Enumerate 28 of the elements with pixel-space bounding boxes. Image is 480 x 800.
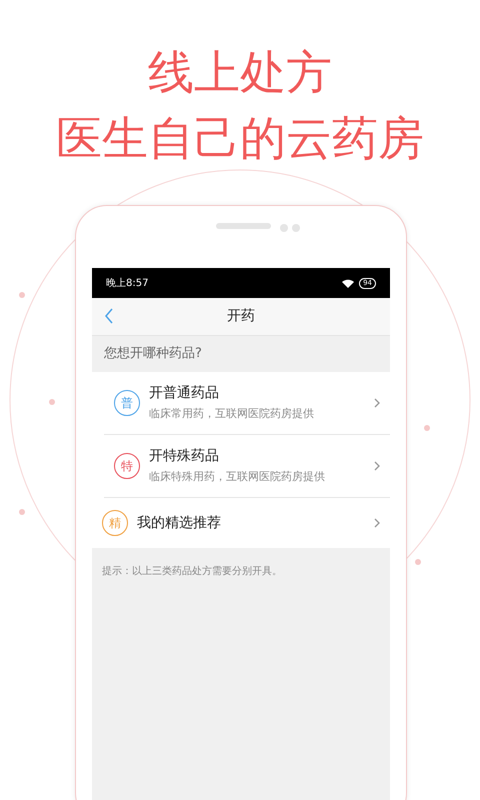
headline: 医生自己的云药房 (56, 110, 424, 167)
category-badge: 精 (102, 510, 128, 536)
decorative-dot (424, 425, 430, 431)
option-title: 开特殊药品 (149, 447, 220, 466)
nav-title: 开药 (227, 307, 255, 326)
option-title: 开普通药品 (149, 384, 220, 404)
chevron-right-icon (374, 461, 380, 471)
option-subtitle: 临床常用药，互联网医院药房提供 (149, 406, 315, 422)
headline: 线上处方 (148, 44, 332, 101)
decorative-dot (415, 559, 421, 565)
decorative-dot (19, 292, 25, 298)
category-badge: 普 (114, 390, 140, 416)
option-subtitle: 临床特殊用药，互联网医院药房提供 (149, 469, 326, 486)
back-button[interactable] (104, 308, 114, 324)
section-title: 您想开哪种药品? (104, 345, 202, 364)
status-time: 晚上8:57 (106, 276, 148, 290)
wifi-icon (342, 278, 354, 288)
chevron-right-icon (374, 518, 380, 528)
option-row[interactable]: 普 开普通药品 临床常用药，互联网医院药房提供 (104, 372, 390, 435)
speaker-grille (216, 223, 271, 229)
option-row[interactable]: 精 我的精选推荐 (92, 498, 390, 548)
decorative-dot (49, 399, 55, 405)
decorative-dot (19, 509, 25, 515)
option-row[interactable]: 特 开特殊药品 临床特殊用药，互联网医院药房提供 (104, 435, 390, 498)
option-title: 我的精选推荐 (137, 514, 222, 532)
hint-text: 提示：以上三类药品处方需要分别开具。 (102, 566, 282, 577)
chevron-right-icon (374, 398, 380, 408)
category-badge: 特 (114, 453, 140, 479)
